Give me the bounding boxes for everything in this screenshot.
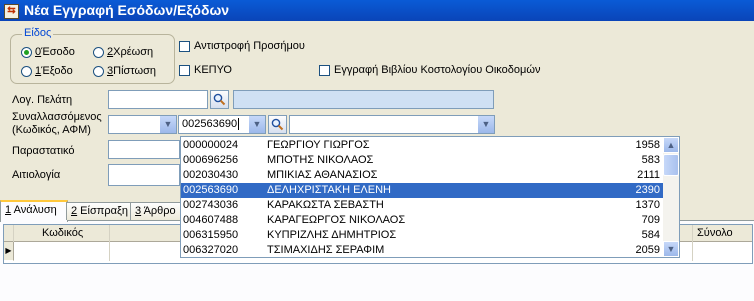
list-item-name: ΚΥΠΡΙΖΛΗΣ ΔΗΜΗΤΡΙΟΣ xyxy=(267,229,397,241)
search-icon xyxy=(213,93,226,106)
construction-book-checkbox[interactable]: Εγγραφή Βιβλίου Κοστολογίου Οικοδομών xyxy=(319,63,540,77)
list-item-num: 583 xyxy=(641,154,660,166)
list-item-code: 000696256 xyxy=(183,154,239,166)
list-item[interactable]: 002563690 ΔΕΛΗΧΡΙΣΤΑΚΗ ΕΛΕΝΗ 2390 xyxy=(181,183,664,198)
radio-indicator xyxy=(21,65,32,77)
reason-input[interactable] xyxy=(108,164,180,186)
scroll-down-icon[interactable]: ▼ xyxy=(663,241,679,257)
radio-indicator xyxy=(21,46,32,58)
document-input[interactable] xyxy=(108,140,180,159)
chevron-down-icon[interactable]: ▼ xyxy=(248,116,265,133)
window-title: Νέα Εγγραφή Εσόδων/Εξόδων xyxy=(24,2,230,18)
tab-article[interactable]: 3 Άρθρο xyxy=(130,202,186,220)
tab-analysis[interactable]: 1 Ανάλυση xyxy=(0,200,68,222)
title-bar: ⇆ Νέα Εγγραφή Εσόδων/Εξόδων xyxy=(0,0,754,21)
scrollbar[interactable]: ▲ ▼ xyxy=(663,137,679,257)
list-item[interactable]: 000000024 ΓΕΩΡΓΙΟΥ ΓΙΩΡΓΟΣ 1958 xyxy=(181,138,664,153)
eidos-group-title: Είδος xyxy=(22,27,54,39)
scroll-thumb[interactable] xyxy=(663,154,679,176)
column-header-total[interactable]: Σύνολο xyxy=(697,227,733,239)
customer-name-field xyxy=(233,90,494,109)
radio-indicator xyxy=(93,65,104,77)
counterparty-type-select[interactable]: ▼ xyxy=(108,115,177,134)
search-icon xyxy=(271,118,284,131)
counterparty-sublabel: (Κωδικός, ΑΦΜ) xyxy=(12,124,91,136)
list-item-code: 002030430 xyxy=(183,169,239,181)
list-item-num: 584 xyxy=(641,229,660,241)
list-item[interactable]: 006315950 ΚΥΠΡΙΖΛΗΣ ΔΗΜΗΤΡΙΟΣ 584 xyxy=(181,228,664,243)
list-item[interactable]: 004607488 ΚΑΡΑΓΕΩΡΓΟΣ ΝΙΚΟΛΑΟΣ 709 xyxy=(181,213,664,228)
list-item-name: ΚΑΡΑΓΕΩΡΓΟΣ ΝΙΚΟΛΑΟΣ xyxy=(267,214,406,226)
chevron-down-icon[interactable]: ▼ xyxy=(159,116,176,133)
radio-credit[interactable]: 3 Πίστωση xyxy=(93,64,156,78)
chevron-down-icon[interactable]: ▼ xyxy=(477,116,494,133)
scroll-up-icon[interactable]: ▲ xyxy=(663,137,679,153)
document-label: Παραστατικό xyxy=(12,145,75,157)
column-header-code[interactable]: Κωδικός xyxy=(42,227,83,239)
counterparty-dropdown-list[interactable]: 000000024 ΓΕΩΡΓΙΟΥ ΓΙΩΡΓΟΣ 1958 000696256 ΜΠ… xyxy=(180,136,680,258)
kepyo-checkbox[interactable]: ΚΕΠΥΟ xyxy=(179,63,232,77)
customer-label: Λογ. Πελάτη xyxy=(12,94,73,106)
list-item-code: 006315950 xyxy=(183,229,239,241)
counterparty-label: Συναλλασσόμενος xyxy=(12,111,102,123)
list-item-code: 002743036 xyxy=(183,199,239,211)
list-item-name: ΜΠΟΤΗΣ ΝΙΚΟΛΑΟΣ xyxy=(267,154,374,166)
customer-account-input[interactable] xyxy=(108,90,208,109)
radio-expense[interactable]: 1 Έξοδο xyxy=(21,64,73,78)
radio-debit[interactable]: 2 Χρέωση xyxy=(93,45,153,59)
list-item-num: 2111 xyxy=(637,169,660,181)
radio-indicator xyxy=(93,46,104,58)
reason-label: Αιτιολογία xyxy=(12,169,61,181)
list-item-num: 1958 xyxy=(635,139,660,151)
list-item[interactable]: 002743036 ΚΑΡΑΚΩΣΤΑ ΣΕΒΑΣΤΗ 1370 xyxy=(181,198,664,213)
list-item-code: 006327020 xyxy=(183,244,239,256)
list-item[interactable]: 006327020 ΤΣΙΜΑΧΙΔΗΣ ΣΕΡΑΦΙΜ 2059 xyxy=(181,243,664,257)
list-item-name: ΜΠΙΚΙΑΣ ΑΘΑΝΑΣΙΟΣ xyxy=(267,169,378,181)
list-item-name: ΓΕΩΡΓΙΟΥ ΓΙΩΡΓΟΣ xyxy=(267,139,370,151)
counterparty-search-button[interactable] xyxy=(268,115,287,134)
counterparty-code-combo[interactable]: 002563690 ▼ xyxy=(178,115,266,134)
counterparty-name-combo[interactable]: ▼ xyxy=(289,115,495,134)
tab-receipt[interactable]: 2 Είσπραξη xyxy=(66,202,134,220)
list-item-code: 000000024 xyxy=(183,139,239,151)
row-pointer-icon: ▶ xyxy=(4,242,14,260)
list-item-num: 709 xyxy=(641,214,660,226)
list-item-code: 004607488 xyxy=(183,214,239,226)
list-item[interactable]: 002030430 ΜΠΙΚΙΑΣ ΑΘΑΝΑΣΙΟΣ 2111 xyxy=(181,168,664,183)
list-item-num: 2059 xyxy=(635,244,660,256)
customer-search-button[interactable] xyxy=(210,90,229,109)
list-item-num: 1370 xyxy=(635,199,660,211)
list-item-num: 2390 xyxy=(635,184,660,196)
list-item[interactable]: 000696256 ΜΠΟΤΗΣ ΝΙΚΟΛΑΟΣ 583 xyxy=(181,153,664,168)
list-item-name: ΤΣΙΜΑΧΙΔΗΣ ΣΕΡΑΦΙΜ xyxy=(267,244,385,256)
list-item-name: ΔΕΛΗΧΡΙΣΤΑΚΗ ΕΛΕΝΗ xyxy=(267,184,391,196)
list-item-name: ΚΑΡΑΚΩΣΤΑ ΣΕΒΑΣΤΗ xyxy=(267,199,384,211)
list-item-code: 002563690 xyxy=(183,184,239,196)
reverse-sign-checkbox[interactable]: Αντιστροφή Προσήμου xyxy=(179,39,305,53)
app-icon: ⇆ xyxy=(4,4,19,19)
radio-income[interactable]: 0 Έσοδο xyxy=(21,45,75,59)
